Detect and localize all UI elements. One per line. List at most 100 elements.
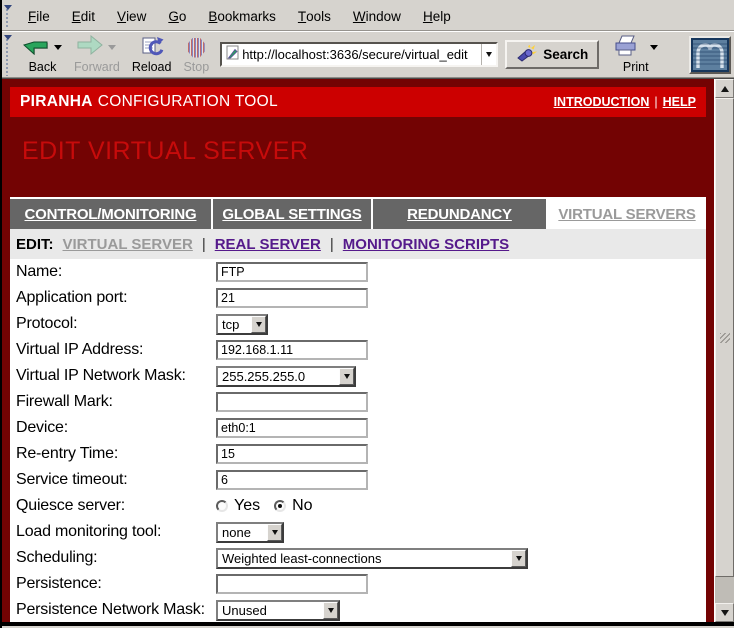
- subnav-monitoring-scripts-link[interactable]: MONITORING SCRIPTS: [343, 236, 509, 253]
- name-input[interactable]: [216, 262, 368, 282]
- window-bottom-border: [2, 622, 734, 628]
- dropdown-arrow-icon: [267, 524, 282, 541]
- piranha-page: PIRANHA CONFIGURATION TOOL INTRODUCTION …: [2, 79, 714, 622]
- stop-button[interactable]: Stop: [178, 34, 214, 75]
- arrow-up-icon: [721, 86, 729, 92]
- service-timeout-input[interactable]: [216, 470, 368, 490]
- load-monitoring-select[interactable]: none: [216, 522, 284, 543]
- scheduling-select[interactable]: Weighted least-connections: [216, 548, 528, 569]
- menu-help[interactable]: Help: [412, 2, 462, 30]
- scroll-up-button[interactable]: [715, 79, 734, 98]
- form-row: Persistence:: [16, 571, 706, 597]
- application-port-label: Application port:: [16, 289, 216, 307]
- stop-icon: [188, 38, 205, 58]
- mozilla-logo[interactable]: [689, 36, 731, 74]
- print-icon: [613, 34, 639, 61]
- form-row: Name:: [16, 259, 706, 285]
- browser-window: File Edit View Go Bookmarks Tools Window…: [0, 0, 734, 628]
- browser-viewport: PIRANHA CONFIGURATION TOOL INTRODUCTION …: [2, 78, 734, 622]
- help-link[interactable]: HELP: [663, 95, 696, 109]
- menu-window[interactable]: Window: [342, 2, 412, 30]
- scrollbar-thumb[interactable]: [715, 98, 734, 577]
- reload-button[interactable]: Reload: [127, 34, 177, 75]
- form-row: Re-entry Time:: [16, 441, 706, 467]
- tab-global-settings[interactable]: GLOBAL SETTINGS: [213, 199, 371, 229]
- persistence-mask-select[interactable]: Unused: [216, 600, 340, 621]
- toolbar-grippy-icon[interactable]: [4, 4, 14, 29]
- device-label: Device:: [16, 419, 216, 437]
- reentry-time-input[interactable]: [216, 444, 368, 464]
- menu-view[interactable]: View: [106, 2, 157, 30]
- tab-virtual-servers[interactable]: VIRTUAL SERVERS: [548, 199, 706, 229]
- service-timeout-label: Service timeout:: [16, 471, 216, 489]
- link-separator: |: [654, 95, 657, 109]
- device-input[interactable]: [216, 418, 368, 438]
- print-button[interactable]: Print: [608, 34, 663, 75]
- url-input[interactable]: [240, 46, 481, 64]
- print-dropdown-caret-icon[interactable]: [650, 45, 658, 50]
- tab-redundancy[interactable]: REDUNDANCY: [373, 199, 546, 229]
- vertical-scrollbar[interactable]: [714, 79, 734, 622]
- reload-icon: [140, 34, 164, 62]
- menu-edit[interactable]: Edit: [61, 2, 106, 30]
- menu-file[interactable]: File: [17, 2, 61, 30]
- protocol-select[interactable]: tcp: [216, 314, 268, 335]
- virtual-ip-label: Virtual IP Address:: [16, 341, 216, 359]
- scheduling-label: Scheduling:: [16, 549, 216, 567]
- url-bookmark-icon[interactable]: [225, 45, 240, 65]
- menu-bar: File Edit View Go Bookmarks Tools Window…: [2, 2, 734, 31]
- reentry-time-label: Re-entry Time:: [16, 445, 216, 463]
- quiesce-radio-group: Yes No: [216, 497, 327, 515]
- form-row: Virtual IP Network Mask: 255.255.255.0: [16, 363, 706, 389]
- search-button[interactable]: Search: [505, 40, 599, 69]
- form-row: Virtual IP Address:: [16, 337, 706, 363]
- brand-subtitle: CONFIGURATION TOOL: [98, 93, 278, 111]
- dropdown-arrow-icon: [323, 602, 338, 619]
- subnav-virtual-server: VIRTUAL SERVER: [63, 236, 193, 253]
- firewall-mark-label: Firewall Mark:: [16, 393, 216, 411]
- persistence-mask-label: Persistence Network Mask:: [16, 601, 216, 619]
- persistence-input[interactable]: [216, 574, 368, 594]
- virtual-ip-mask-select[interactable]: 255.255.255.0: [216, 366, 356, 387]
- form-row: Device:: [16, 415, 706, 441]
- forward-arrow-icon: [77, 35, 103, 61]
- scrollbar-track[interactable]: [715, 98, 734, 603]
- piranha-title-bar: PIRANHA CONFIGURATION TOOL INTRODUCTION …: [10, 87, 706, 117]
- arrow-down-icon: [721, 610, 729, 616]
- thumb-grip-icon: [720, 333, 730, 343]
- back-button[interactable]: Back: [18, 34, 67, 75]
- back-dropdown-caret-icon[interactable]: [54, 45, 62, 50]
- persistence-label: Persistence:: [16, 575, 216, 593]
- forward-button[interactable]: Forward: [69, 34, 125, 75]
- virtual-server-form: Name: Application port: Protocol: tcp: [10, 259, 706, 622]
- form-row: Service timeout:: [16, 467, 706, 493]
- firewall-mark-input[interactable]: [216, 392, 368, 412]
- url-bar[interactable]: [220, 42, 498, 67]
- url-history-dropdown[interactable]: [481, 44, 496, 65]
- quiesce-no-label: No: [292, 497, 312, 515]
- dropdown-arrow-icon: [511, 550, 526, 567]
- dropdown-arrow-icon: [339, 368, 354, 385]
- virtual-ip-mask-label: Virtual IP Network Mask:: [16, 367, 216, 385]
- quiesce-no-radio[interactable]: [274, 500, 286, 512]
- form-row: Firewall Mark:: [16, 389, 706, 415]
- application-port-input[interactable]: [216, 288, 368, 308]
- content-box: CONTROL/MONITORING GLOBAL SETTINGS REDUN…: [10, 197, 706, 622]
- forward-dropdown-caret-icon: [108, 45, 116, 50]
- load-monitoring-label: Load monitoring tool:: [16, 523, 216, 541]
- toolbar-grippy-icon[interactable]: [4, 34, 14, 76]
- chevron-down-icon: [486, 52, 492, 57]
- menu-tools[interactable]: Tools: [287, 2, 342, 30]
- introduction-link[interactable]: INTRODUCTION: [554, 95, 650, 109]
- menu-bookmarks[interactable]: Bookmarks: [197, 2, 287, 30]
- scroll-down-button[interactable]: [715, 603, 734, 622]
- virtual-ip-input[interactable]: [216, 340, 368, 360]
- quiesce-server-label: Quiesce server:: [16, 497, 216, 515]
- subnav-real-server-link[interactable]: REAL SERVER: [215, 236, 321, 253]
- menu-go[interactable]: Go: [157, 2, 197, 30]
- tab-control-monitoring[interactable]: CONTROL/MONITORING: [10, 199, 211, 229]
- form-row: Protocol: tcp: [16, 311, 706, 337]
- form-row: Persistence Network Mask: Unused: [16, 597, 706, 622]
- edit-subnav: EDIT: VIRTUAL SERVER | REAL SERVER | MON…: [10, 229, 706, 259]
- quiesce-yes-radio[interactable]: [216, 500, 228, 512]
